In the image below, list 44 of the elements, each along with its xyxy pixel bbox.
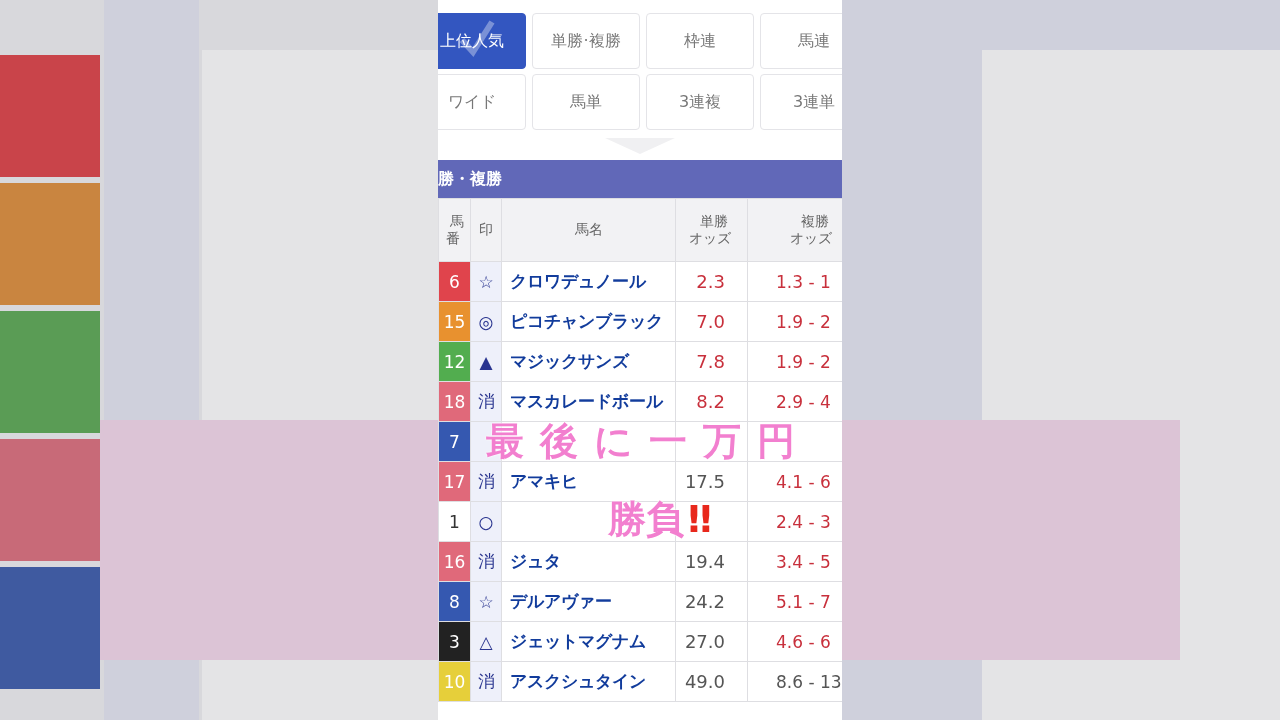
column-header: 複勝オッズ bbox=[747, 198, 842, 262]
horse-number-cell: 18 bbox=[438, 381, 471, 422]
column-header: 馬番 bbox=[438, 198, 471, 262]
horse-name-link[interactable]: ジェットマグナム bbox=[501, 621, 676, 662]
horse-name-link[interactable]: アスクシュタイン bbox=[501, 661, 676, 702]
horse-name-link[interactable]: ピコチャンブラック bbox=[501, 301, 676, 342]
win-odds-cell: 49.0 bbox=[675, 661, 748, 702]
horse-number-cell: 3 bbox=[438, 621, 471, 662]
win-odds-cell: 24.2 bbox=[675, 581, 748, 622]
bet-type-tab[interactable]: 上位人気 bbox=[438, 13, 526, 69]
win-odds-cell: 27.0 bbox=[675, 621, 748, 662]
win-odds-cell: 19.4 bbox=[675, 541, 748, 582]
win-odds-cell: 7.8 bbox=[675, 341, 748, 382]
caption-text: 最後に一万円 bbox=[485, 422, 811, 460]
horse-name-link[interactable]: ジュタ bbox=[501, 541, 676, 582]
column-header: 馬名 bbox=[501, 198, 676, 262]
horse-number-cell: 1 bbox=[438, 501, 471, 542]
horse-number-cell: 6 bbox=[438, 261, 471, 302]
bet-type-tab[interactable]: ワイド bbox=[438, 74, 526, 130]
bet-type-tab[interactable]: 3連複 bbox=[646, 74, 754, 130]
horse-number-cell: 8 bbox=[438, 581, 471, 622]
win-odds-cell: 17.5 bbox=[675, 461, 748, 502]
horse-name-link[interactable]: マジックサンズ bbox=[501, 341, 676, 382]
column-header: 単勝オッズ bbox=[675, 198, 748, 262]
horse-number-cell: 10 bbox=[438, 661, 471, 702]
win-odds-cell: 2.3 bbox=[675, 261, 748, 302]
bet-type-tab[interactable]: 枠連 bbox=[646, 13, 754, 69]
bet-type-tab[interactable]: 馬単 bbox=[532, 74, 640, 130]
section-header: 勝・複勝 bbox=[438, 160, 842, 198]
horse-name-link[interactable]: デルアヴァー bbox=[501, 581, 676, 622]
win-odds-cell: 7.0 bbox=[675, 301, 748, 342]
horse-number-cell: 7 bbox=[438, 421, 471, 462]
bet-type-tab[interactable]: 馬連 bbox=[760, 13, 842, 69]
exclamation-icon: ‼ bbox=[688, 500, 712, 538]
bet-type-tab[interactable]: 単勝·複勝 bbox=[532, 13, 640, 69]
bet-type-tab[interactable]: 3連単 bbox=[760, 74, 842, 130]
horse-number-cell: 16 bbox=[438, 541, 471, 582]
column-header: 印 bbox=[470, 198, 502, 262]
horse-number-cell: 15 bbox=[438, 301, 471, 342]
horse-number-cell: 17 bbox=[438, 461, 471, 502]
caption-text: 勝負 bbox=[608, 500, 685, 538]
horse-number-cell: 12 bbox=[438, 341, 471, 382]
horse-name-link[interactable]: クロワデュノール bbox=[501, 261, 676, 302]
win-odds-cell: 8.2 bbox=[675, 381, 748, 422]
